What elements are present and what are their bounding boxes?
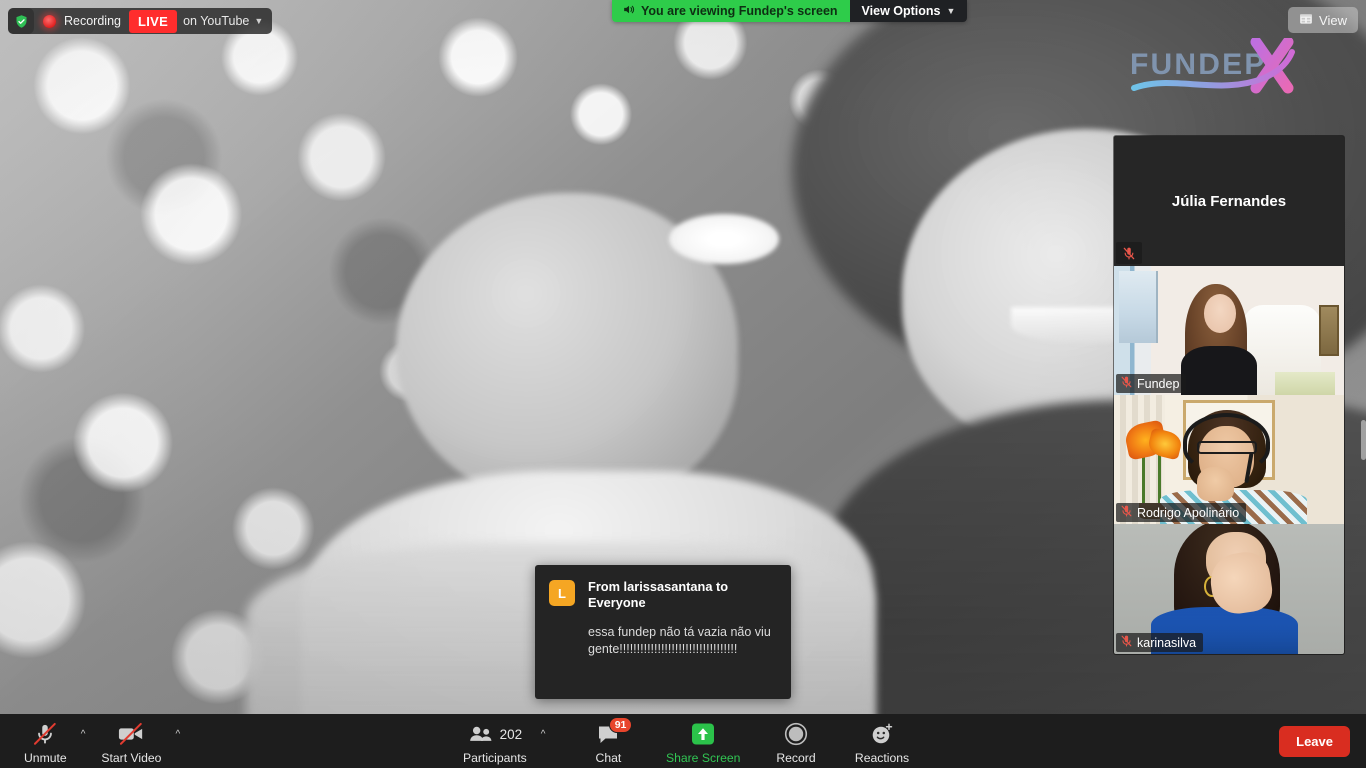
participants-count: 202 xyxy=(500,727,523,742)
participant-name: karinasilva xyxy=(1137,636,1196,650)
recording-status-bar: Recording LIVE on YouTube ▼ xyxy=(8,8,272,34)
participant-name-label: Rodrigo Apolinário xyxy=(1116,503,1246,522)
audio-options-chevron-up-icon[interactable]: ^ xyxy=(75,729,92,740)
chat-sender-line: From larissasantana to Everyone xyxy=(588,579,777,611)
chat-notification-body: From larissasantana to Everyone essa fun… xyxy=(588,579,777,687)
participant-name-label: karinasilva xyxy=(1116,633,1203,652)
participant-name: Rodrigo Apolinário xyxy=(1137,506,1239,520)
record-button[interactable]: Record xyxy=(765,717,827,765)
view-options-button[interactable]: View Options ▼ xyxy=(850,0,968,22)
record-label: Record xyxy=(776,751,815,765)
view-button-label: View xyxy=(1319,13,1347,28)
view-options-label: View Options xyxy=(862,4,941,18)
chat-label: Chat xyxy=(596,751,622,765)
toolbar-left-group: Unmute ^ Start Video ^ xyxy=(0,717,186,765)
participants-button[interactable]: 202 Participants xyxy=(453,717,537,765)
microphone-muted-icon xyxy=(34,721,56,747)
leave-button[interactable]: Leave xyxy=(1279,726,1350,757)
participants-options-chevron-up-icon[interactable]: ^ xyxy=(535,729,552,740)
chat-notification-popup[interactable]: L From larissasantana to Everyone essa f… xyxy=(535,565,791,699)
sharing-indicator: You are viewing Fundep's screen xyxy=(612,0,850,22)
sharing-text: You are viewing Fundep's screen xyxy=(641,4,838,18)
start-video-button[interactable]: Start Video xyxy=(91,717,171,765)
chevron-down-icon: ▼ xyxy=(947,6,956,16)
unmute-label: Unmute xyxy=(24,751,67,765)
participant-name-label: Fundep xyxy=(1116,374,1186,393)
view-layout-button[interactable]: View xyxy=(1288,7,1358,33)
shield-check-icon[interactable] xyxy=(8,8,34,34)
chat-unread-badge: 91 xyxy=(609,717,633,733)
screen-share-banner: You are viewing Fundep's screen View Opt… xyxy=(612,0,967,22)
participants-label: Participants xyxy=(463,751,527,765)
start-video-label: Start Video xyxy=(101,751,161,765)
camera-off-icon xyxy=(118,721,144,747)
recording-label: Recording xyxy=(64,14,129,28)
share-screen-label: Share Screen xyxy=(666,751,741,765)
participants-icon: 202 xyxy=(468,721,523,747)
chevron-down-icon[interactable]: ▼ xyxy=(254,16,272,26)
microphone-muted-icon xyxy=(1116,242,1142,264)
microphone-muted-icon xyxy=(1120,375,1133,392)
speaker-icon xyxy=(622,3,635,19)
audio-control-group: Unmute ^ xyxy=(14,717,91,765)
toolbar-center-group: 202 Participants ^ 91 Chat xyxy=(453,717,913,765)
participant-tile-julia-fernandes[interactable]: Júlia Fernandes xyxy=(1114,136,1344,266)
avatar: L xyxy=(549,580,575,606)
participant-tile-rodrigo-apolinario[interactable]: Rodrigo Apolinário xyxy=(1114,395,1344,524)
participant-tile-karinasilva[interactable]: karinasilva xyxy=(1114,524,1344,654)
chat-bubble-icon: 91 xyxy=(596,721,620,747)
share-screen-button[interactable]: Share Screen xyxy=(665,717,741,765)
microphone-muted-icon xyxy=(1120,504,1133,521)
chat-message-text: essa fundep não tá vazia não viu gente!!… xyxy=(588,624,777,658)
chat-button[interactable]: 91 Chat xyxy=(577,717,639,765)
participant-name: Fundep xyxy=(1137,377,1179,391)
participant-filmstrip[interactable]: Júlia Fernandes xyxy=(1114,136,1344,654)
video-options-chevron-up-icon[interactable]: ^ xyxy=(169,729,186,740)
streaming-platform-label: on YouTube xyxy=(183,14,254,28)
grid-view-icon xyxy=(1299,12,1313,29)
video-control-group: Start Video ^ xyxy=(91,717,186,765)
participant-tile-fundep[interactable]: Fundep xyxy=(1114,266,1344,395)
participant-name: Júlia Fernandes xyxy=(1114,136,1344,266)
recording-dot-icon[interactable] xyxy=(34,8,64,34)
participants-control-group: 202 Participants ^ xyxy=(453,717,551,765)
reactions-label: Reactions xyxy=(855,751,909,765)
microphone-muted-icon xyxy=(1120,634,1133,651)
record-circle-icon xyxy=(784,721,808,747)
smiley-plus-icon xyxy=(870,721,894,747)
reactions-button[interactable]: Reactions xyxy=(851,717,913,765)
share-screen-up-arrow-icon xyxy=(690,721,716,747)
live-badge: LIVE xyxy=(129,10,177,33)
unmute-button[interactable]: Unmute xyxy=(14,717,77,765)
meeting-toolbar: Unmute ^ Start Video ^ xyxy=(0,714,1366,768)
shared-screen-scrollbar[interactable] xyxy=(1361,420,1366,460)
zoom-meeting-window: Recording LIVE on YouTube ▼ You are view… xyxy=(0,0,1366,768)
